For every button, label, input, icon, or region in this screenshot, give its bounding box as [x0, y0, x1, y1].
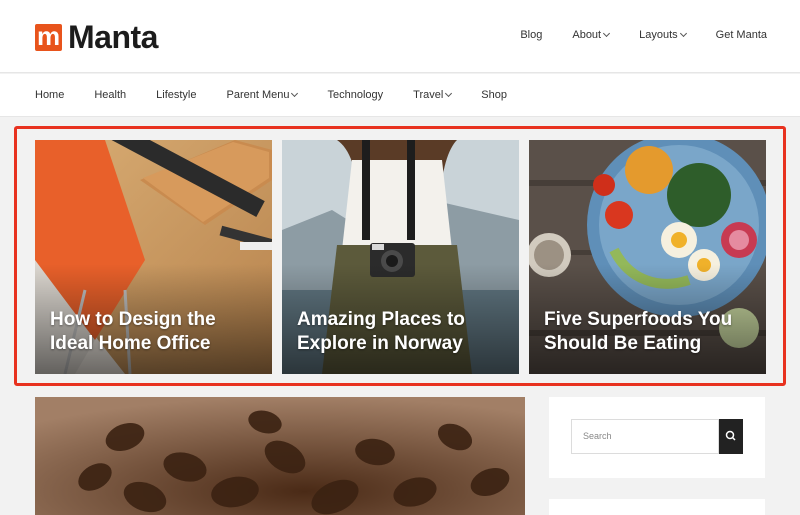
chevron-down-icon	[445, 89, 453, 98]
coffee-beans-image	[35, 397, 525, 515]
main-nav-label: Health	[94, 89, 127, 101]
main-nav-shop[interactable]: Shop	[481, 89, 507, 101]
sidebar-widget	[549, 499, 765, 515]
top-nav-label: Layouts	[639, 29, 678, 41]
chevron-down-icon	[679, 29, 687, 38]
site-header: m Manta Blog About Layouts Get Manta	[0, 0, 800, 73]
main-nav-lifestyle[interactable]: Lifestyle	[156, 89, 196, 101]
featured-post-title[interactable]: Amazing Places to Explore in Norway	[297, 308, 507, 356]
top-nav-blog[interactable]: Blog	[520, 29, 542, 41]
search-button[interactable]	[719, 419, 743, 454]
post-thumbnail[interactable]	[35, 397, 525, 515]
main-nav-home[interactable]: Home	[35, 89, 64, 101]
featured-post-title[interactable]: Five Superfoods You Should Be Eating	[544, 308, 754, 356]
top-nav-layouts[interactable]: Layouts	[639, 29, 687, 41]
main-nav-label: Home	[35, 89, 65, 101]
top-nav: Blog About Layouts Get Manta	[490, 29, 767, 41]
featured-post-superfoods[interactable]: Five Superfoods You Should Be Eating	[529, 140, 766, 374]
search-input[interactable]: Search	[571, 419, 719, 454]
top-nav-label: Get Manta	[715, 29, 767, 41]
main-nav-parent-menu[interactable]: Parent Menu	[226, 89, 299, 101]
featured-post-title[interactable]: How to Design the Ideal Home Office	[50, 308, 260, 356]
logo-letter: m	[36, 20, 61, 51]
chevron-down-icon	[603, 29, 611, 38]
featured-post-home-office[interactable]: How to Design the Ideal Home Office	[35, 140, 272, 374]
top-nav-about[interactable]: About	[572, 29, 611, 41]
main-nav: Home Health Lifestyle Parent Menu Techno…	[0, 74, 800, 117]
main-nav-technology[interactable]: Technology	[327, 89, 383, 101]
featured-post-norway[interactable]: Amazing Places to Explore in Norway	[282, 140, 519, 374]
logo-mark: m	[35, 20, 62, 51]
top-nav-label: About	[572, 29, 602, 41]
logo-text: Manta	[68, 18, 158, 55]
main-nav-label: Lifestyle	[156, 89, 197, 101]
site-logo[interactable]: m Manta	[35, 19, 158, 55]
main-nav-label: Travel	[413, 89, 444, 101]
top-nav-label: Blog	[520, 29, 543, 41]
chevron-down-icon	[291, 89, 299, 98]
main-nav-label: Parent Menu	[226, 89, 290, 101]
search-icon	[725, 430, 736, 441]
main-nav-label: Shop	[481, 89, 507, 101]
main-nav-health[interactable]: Health	[94, 89, 126, 101]
main-nav-label: Technology	[327, 89, 384, 101]
search-widget: Search	[549, 397, 765, 478]
top-nav-get-manta[interactable]: Get Manta	[716, 29, 767, 41]
main-nav-travel[interactable]: Travel	[413, 89, 453, 101]
